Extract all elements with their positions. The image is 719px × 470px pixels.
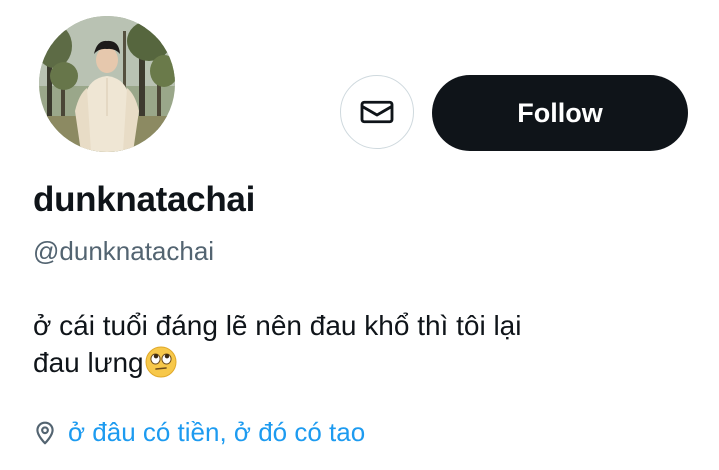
avatar[interactable] xyxy=(37,14,177,154)
message-button[interactable] xyxy=(340,75,414,149)
bio-line-1: ở cái tuổi đáng lẽ nên đau khổ thì tôi l… xyxy=(33,310,522,341)
rolling-eyes-emoji-icon xyxy=(145,346,177,387)
location-pin-icon xyxy=(36,421,54,444)
bio-line-2: đau lưng xyxy=(33,344,673,387)
bio: ở cái tuổi đáng lẽ nên đau khổ thì tôi l… xyxy=(33,307,673,387)
location-text[interactable]: ở đâu có tiền, ở đó có tao xyxy=(68,417,365,448)
display-name: dunknatachai xyxy=(33,180,256,219)
avatar-image xyxy=(39,16,175,152)
location-row: ở đâu có tiền, ở đó có tao xyxy=(32,417,365,448)
bio-line-2-text: đau lưng xyxy=(33,347,144,378)
envelope-icon xyxy=(360,100,394,124)
follow-button[interactable]: Follow xyxy=(432,75,688,151)
username-handle: @dunknatachai xyxy=(33,236,215,266)
profile-header: Follow dunknatachai @dunknatachai ở cái … xyxy=(0,0,719,470)
